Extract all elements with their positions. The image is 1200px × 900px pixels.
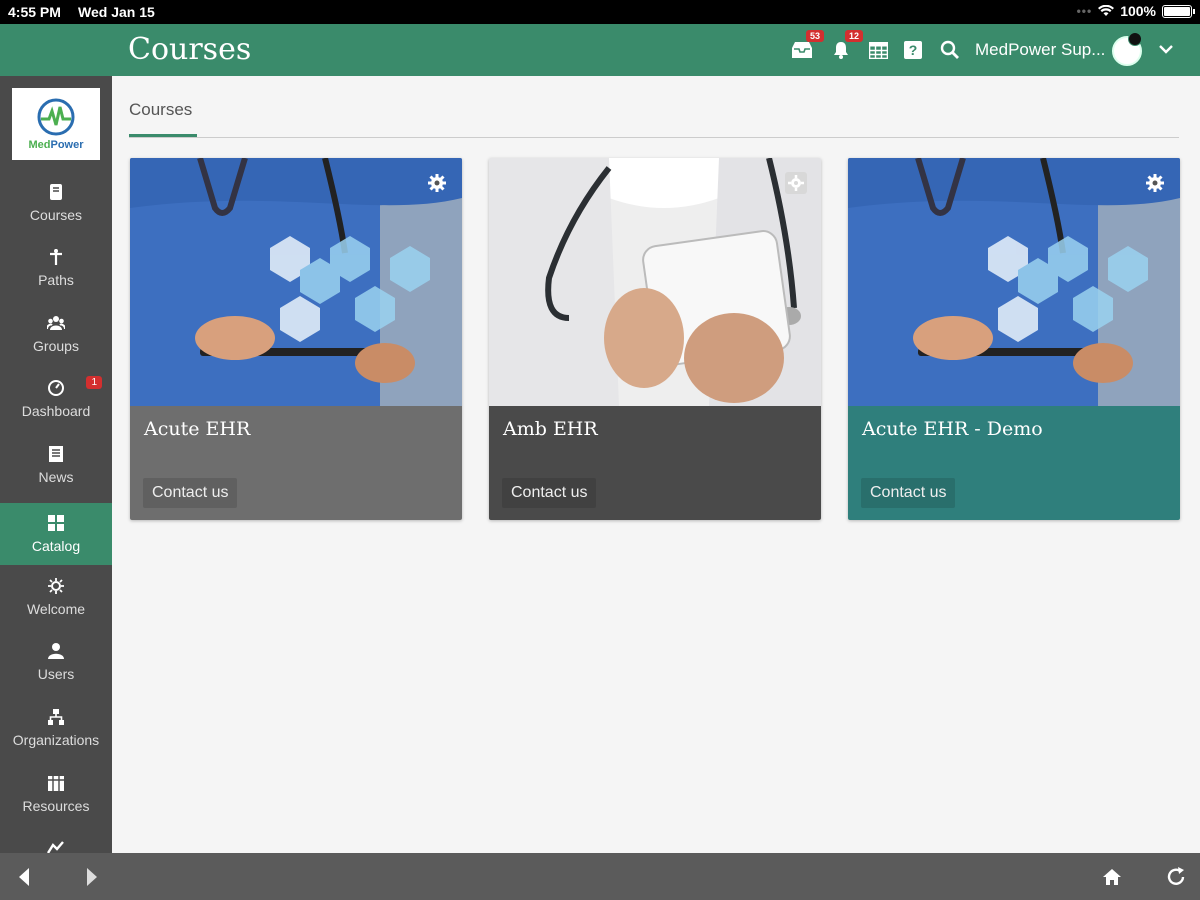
status-time: 4:55 PM bbox=[8, 4, 61, 20]
course-title[interactable]: Acute EHR bbox=[144, 418, 250, 440]
medpower-logo-icon bbox=[37, 98, 75, 136]
course-card[interactable]: Amb EHR Contact us bbox=[489, 158, 821, 520]
sidebar-item-courses[interactable]: Courses bbox=[0, 172, 112, 234]
resources-icon bbox=[48, 776, 64, 791]
tab-divider bbox=[129, 137, 1179, 138]
forward-icon bbox=[87, 868, 97, 886]
course-card-body: Amb EHR Contact us bbox=[489, 406, 821, 520]
wifi-icon bbox=[1098, 5, 1115, 16]
course-image-doctor-tablet[interactable] bbox=[848, 158, 1180, 406]
sidebar-item-label: Welcome bbox=[26, 601, 86, 617]
search-button[interactable] bbox=[938, 38, 962, 62]
notifications-button[interactable]: 12 bbox=[829, 30, 863, 62]
inbox-icon bbox=[792, 42, 812, 58]
sidebar-item-label: Organizations bbox=[12, 732, 100, 748]
paths-icon bbox=[50, 249, 62, 265]
help-icon: ? bbox=[904, 41, 922, 59]
avatar[interactable] bbox=[1112, 32, 1142, 66]
course-image-doctor-phone[interactable] bbox=[489, 158, 821, 406]
sidebar-item-label: Groups bbox=[33, 338, 79, 354]
sidebar-item-label: Paths bbox=[38, 272, 74, 288]
organizations-icon bbox=[48, 709, 64, 725]
forward-button[interactable] bbox=[80, 865, 104, 889]
dashboard-icon bbox=[48, 380, 64, 396]
sidebar-item-label: Catalog bbox=[31, 538, 81, 554]
gear-icon[interactable] bbox=[426, 172, 448, 194]
chevron-down-icon[interactable] bbox=[1157, 40, 1175, 58]
messages-badge: 53 bbox=[805, 30, 824, 42]
home-button[interactable] bbox=[1100, 865, 1124, 889]
messages-button[interactable]: 53 bbox=[790, 30, 824, 62]
medpower-logo[interactable]: MedPower bbox=[12, 88, 100, 160]
sidebar-item-label: News bbox=[38, 469, 74, 485]
groups-icon bbox=[47, 316, 65, 330]
sidebar-item-organizations[interactable]: Organizations bbox=[0, 697, 112, 759]
reload-icon bbox=[1167, 867, 1185, 885]
course-card[interactable]: Acute EHR Contact us bbox=[130, 158, 462, 520]
reload-button[interactable] bbox=[1164, 865, 1188, 889]
sidebar-item-groups[interactable]: Groups bbox=[0, 303, 112, 365]
notifications-badge: 12 bbox=[844, 30, 863, 42]
browser-toolbar bbox=[0, 853, 1200, 900]
ios-status-bar: 4:55 PM Wed Jan 15 ••• 100% bbox=[0, 0, 1200, 24]
course-card[interactable]: Acute EHR - Demo Contact us bbox=[848, 158, 1180, 520]
contact-us-button[interactable]: Contact us bbox=[861, 478, 956, 508]
home-icon bbox=[1103, 869, 1121, 885]
battery-icon bbox=[1162, 4, 1195, 18]
dashboard-badge: 1 bbox=[86, 376, 102, 389]
logo-wordmark: MedPower bbox=[28, 139, 84, 151]
calendar-grid-icon bbox=[868, 41, 888, 59]
sidebar-item-welcome[interactable]: Welcome bbox=[0, 566, 112, 628]
sidebar-item-label: Resources bbox=[22, 798, 90, 814]
catalog-icon bbox=[48, 515, 64, 531]
tab-courses[interactable]: Courses bbox=[129, 100, 192, 120]
sidebar-item-news[interactable]: News bbox=[0, 434, 112, 496]
back-button[interactable] bbox=[12, 865, 36, 889]
sidebar-item-paths[interactable]: Paths bbox=[0, 237, 112, 299]
sidebar-item-label: Dashboard bbox=[21, 403, 91, 419]
back-icon bbox=[19, 868, 29, 886]
calendar-button[interactable] bbox=[866, 38, 890, 62]
course-card-body: Acute EHR - Demo Contact us bbox=[848, 406, 1180, 520]
course-title[interactable]: Acute EHR - Demo bbox=[862, 418, 1043, 440]
courses-icon bbox=[50, 184, 62, 200]
sidebar-item-catalog[interactable]: Catalog bbox=[0, 503, 112, 565]
main-content: Courses Acute EHR Contact us Amb EHR Con… bbox=[112, 76, 1200, 853]
sidebar-item-label: Users bbox=[37, 666, 75, 682]
course-image-doctor-tablet[interactable] bbox=[130, 158, 462, 406]
contact-us-button[interactable]: Contact us bbox=[502, 478, 597, 508]
multitask-dots-icon: ••• bbox=[1076, 4, 1093, 18]
page-title: Courses bbox=[128, 32, 252, 67]
news-icon bbox=[49, 446, 63, 462]
more-nav-icon[interactable] bbox=[47, 841, 65, 853]
sidebar-item-resources[interactable]: Resources bbox=[0, 763, 112, 825]
users-icon bbox=[48, 643, 64, 659]
contact-us-button[interactable]: Contact us bbox=[143, 478, 238, 508]
course-card-body: Acute EHR Contact us bbox=[130, 406, 462, 520]
help-button[interactable]: ? bbox=[901, 38, 925, 62]
sidebar-item-users[interactable]: Users bbox=[0, 631, 112, 693]
gear-icon[interactable] bbox=[1144, 172, 1166, 194]
bell-icon bbox=[834, 42, 848, 59]
gear-icon[interactable] bbox=[785, 172, 807, 194]
svg-text:?: ? bbox=[909, 42, 918, 58]
welcome-icon bbox=[48, 578, 64, 594]
user-name[interactable]: MedPower Sup... bbox=[975, 40, 1105, 60]
sidebar-item-label: Courses bbox=[29, 207, 83, 223]
status-date: Wed Jan 15 bbox=[78, 4, 155, 20]
sidebar: MedPower Courses Paths Groups Dashboard … bbox=[0, 76, 112, 853]
battery-percent: 100% bbox=[1120, 3, 1156, 19]
search-icon bbox=[940, 40, 959, 59]
course-title[interactable]: Amb EHR bbox=[503, 418, 598, 440]
app-header: Courses 53 12 ? MedPower Sup... bbox=[0, 24, 1200, 76]
sidebar-item-dashboard[interactable]: Dashboard 1 bbox=[0, 368, 112, 430]
